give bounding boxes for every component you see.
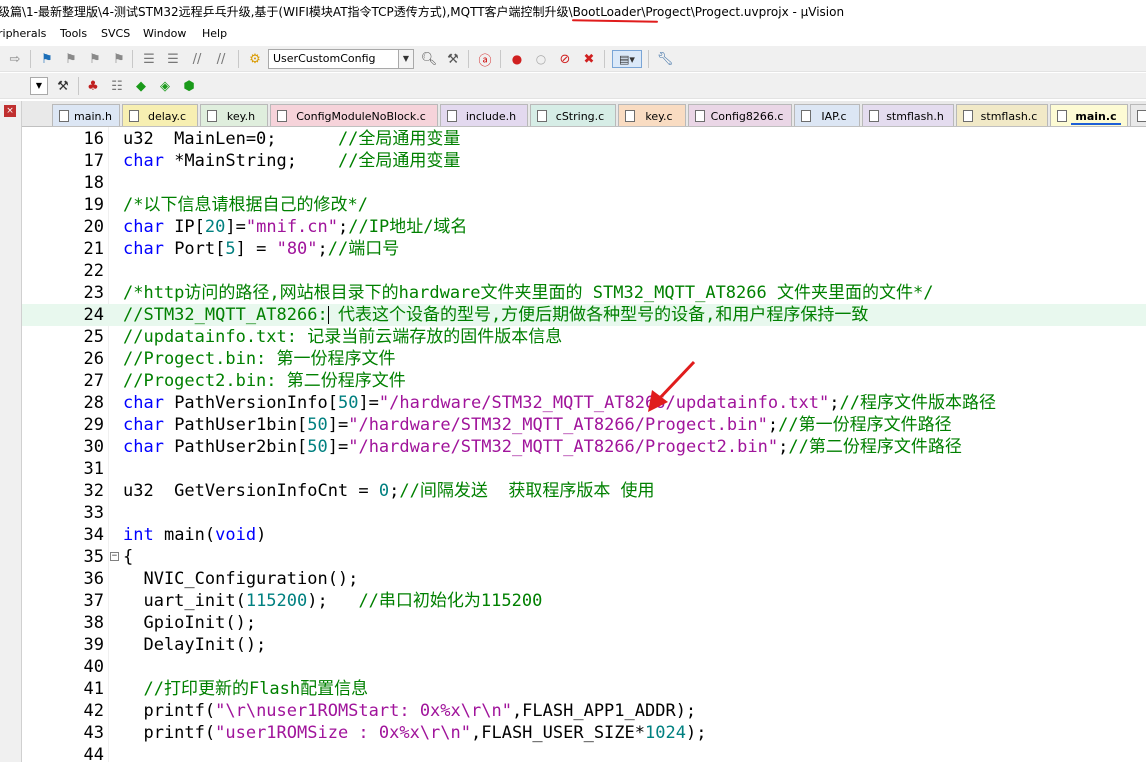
tab-cstring-c[interactable]: cString.c	[530, 104, 616, 126]
incremental-find-icon[interactable]: ⚒	[444, 50, 462, 68]
code-line: 34 int main(void)	[83, 525, 267, 545]
code-line: 19/*以下信息请根据自己的修改*/	[83, 195, 368, 215]
chevron-down-icon[interactable]: ▼	[398, 50, 413, 68]
toolbar-separator	[132, 50, 133, 68]
red-arrow-icon	[648, 360, 696, 412]
code-line: 44	[83, 745, 104, 762]
select-packs-icon[interactable]: ☷	[108, 77, 126, 95]
chevron-down-icon[interactable]: ▼	[30, 77, 48, 95]
manage-components-icon[interactable]: ♣	[84, 77, 102, 95]
code-line: 22	[83, 261, 104, 281]
menu-peripherals[interactable]: ripherals	[0, 27, 46, 40]
menu-tools[interactable]: Tools	[60, 27, 87, 40]
main-toolbar: ⇨ ⚑ ⚑ ⚑ ⚑ ☰ ☰ // // ⚙ UserCustomConfig ▼ …	[0, 46, 1146, 72]
comment-icon[interactable]: //	[188, 50, 206, 68]
tab-delay-c[interactable]: delay.c	[122, 104, 198, 126]
code-line: 39 DelayInit();	[83, 635, 267, 655]
code-line: 32 u32 GetVersionInfoCnt = 0;//间隔发送 获取程序版…	[83, 481, 655, 501]
tab-key-c[interactable]: key.c	[618, 104, 686, 126]
target-select[interactable]: UserCustomConfig ▼	[268, 49, 414, 69]
current-code-line: 24//STM32_MQTT_AT8266: 代表这个设备的型号,方便后期做各种…	[22, 304, 1146, 326]
bookmark-next-icon[interactable]: ⚑	[86, 50, 104, 68]
code-line: 40	[83, 657, 104, 677]
code-line: 42 printf("\r\nuser1ROMStart: 0x%x\r\n",…	[83, 701, 697, 721]
code-line: 27//Progect2.bin: 第二份程序文件	[83, 371, 406, 391]
tab-stmflash-c[interactable]: stmflash.c	[956, 104, 1048, 126]
tab-main-c[interactable]: main.c	[1050, 104, 1128, 126]
bookmark-clear-icon[interactable]: ⚑	[110, 50, 128, 68]
code-line: 36 NVIC_Configuration();	[83, 569, 359, 589]
code-line: 16 u32 MainLen=0; //全局通用变量	[83, 129, 461, 149]
window-title-bar: 级篇\1-最新整理版\4-测试STM32远程乒乓升级,基于(WIFI模块AT指令…	[0, 0, 1146, 24]
code-line: 33	[83, 503, 104, 523]
indent-icon[interactable]: ☰	[140, 50, 158, 68]
run-time-env-icon[interactable]: ◆	[132, 77, 150, 95]
debug-session-icon[interactable]: ⓐ	[476, 50, 494, 69]
menu-help[interactable]: Help	[202, 27, 227, 40]
code-line: 20 char IP[20]="mnif.cn";//IP地址/域名	[83, 217, 468, 237]
software-packs-icon[interactable]: ⬢	[180, 77, 198, 95]
toolbar-separator	[78, 77, 79, 95]
toolbar-separator	[648, 50, 649, 68]
build-toolbar: ▼ ⚒ ♣ ☷ ◆ ◈ ⬢	[0, 73, 1146, 99]
code-line: 28 char PathVersionInfo[50]="/hardware/ST…	[83, 393, 996, 413]
target-options-icon[interactable]: ⚒	[54, 77, 72, 95]
code-line: 29 char PathUser1bin[50]="/hardware/STM32…	[83, 415, 952, 435]
find-icon[interactable]: 🔍︎	[420, 50, 438, 68]
tab-iap-c[interactable]: IAP.c	[794, 104, 860, 126]
code-line: 30 char PathUser2bin[50]="/hardware/STM32…	[83, 437, 962, 457]
tab-key-h[interactable]: key.h	[200, 104, 268, 126]
find-in-files-icon[interactable]: ⚙	[246, 50, 264, 68]
unindent-icon[interactable]: ☰	[164, 50, 182, 68]
code-line: 23/*http访问的路径,网站根目录下的hardware文件夹里面的 STM3…	[83, 283, 934, 303]
uncomment-icon[interactable]: //	[212, 50, 230, 68]
code-line: 37 uart_init(115200); //串口初始化为115200	[83, 591, 543, 611]
toolbar-separator	[604, 50, 605, 68]
tab-include-h[interactable]: include.h	[440, 104, 528, 126]
tab-stmflash-h[interactable]: stmflash.h	[862, 104, 954, 126]
project-panel-collapsed: ×	[0, 101, 22, 762]
file-icon	[1137, 110, 1146, 122]
window-title: 级篇\1-最新整理版\4-测试STM32远程乒乓升级,基于(WIFI模块AT指令…	[0, 5, 845, 19]
window-layout-icon[interactable]: ▤▾	[612, 50, 642, 68]
code-line: 35−{	[83, 547, 134, 567]
toolbar-separator	[500, 50, 501, 68]
editor-tab-bar: main.h delay.c key.h ConfigModuleNoBlock…	[22, 101, 1146, 127]
code-line: 31	[83, 459, 104, 479]
fold-collapse-icon[interactable]: −	[110, 552, 119, 561]
text-caret	[328, 306, 329, 324]
code-editor[interactable]: 16 u32 MainLen=0; //全局通用变量 17 char *MainSt…	[22, 127, 1146, 762]
breakpoint-enable-icon[interactable]: ○	[532, 50, 550, 68]
bookmark-toggle-icon[interactable]: ⚑	[38, 50, 56, 68]
code-line: 17 char *MainString; //全局通用变量	[83, 151, 461, 171]
breakpoint-kill-icon[interactable]: ✖	[580, 50, 598, 68]
code-line: 18	[83, 173, 104, 193]
close-icon[interactable]: ×	[4, 105, 16, 117]
code-line: 38 GpioInit();	[83, 613, 257, 633]
code-line: 41 //打印更新的Flash配置信息	[83, 679, 369, 699]
code-line: 25//updatainfo.txt: 记录当前云端存放的固件版本信息	[83, 327, 563, 347]
menu-bar: ripherals Tools SVCS Window Help	[0, 24, 1146, 44]
tab-overflow[interactable]	[1130, 104, 1146, 126]
toolbar-separator	[238, 50, 239, 68]
title-bootloader-segment: BootLoader	[572, 5, 642, 19]
nav-forward-icon[interactable]: ⇨	[6, 50, 24, 68]
bookmark-prev-icon[interactable]: ⚑	[62, 50, 80, 68]
code-line: 21 char Port[5] = "80";//端口号	[83, 239, 400, 259]
breakpoint-insert-icon[interactable]: ●	[508, 50, 526, 68]
code-line: 43 printf("user1ROMSize : 0x%x\r\n",FLAS…	[83, 723, 707, 743]
tab-configmodulenoblock-c[interactable]: ConfigModuleNoBlock.c	[270, 104, 438, 126]
tab-config8266-c[interactable]: Config8266.c	[688, 104, 792, 126]
pack-installer-icon[interactable]: ◈	[156, 77, 174, 95]
toolbar-separator	[468, 50, 469, 68]
menu-svcs[interactable]: SVCS	[101, 27, 130, 40]
breakpoint-disable-icon[interactable]: ⊘	[556, 50, 574, 68]
configure-icon[interactable]: 🔧︎	[656, 50, 674, 68]
menu-window[interactable]: Window	[143, 27, 186, 40]
code-line: 26//Progect.bin: 第一份程序文件	[83, 349, 396, 369]
tab-main-h[interactable]: main.h	[52, 104, 120, 126]
annotation-underline	[571, 19, 659, 23]
toolbar-separator	[30, 50, 31, 68]
